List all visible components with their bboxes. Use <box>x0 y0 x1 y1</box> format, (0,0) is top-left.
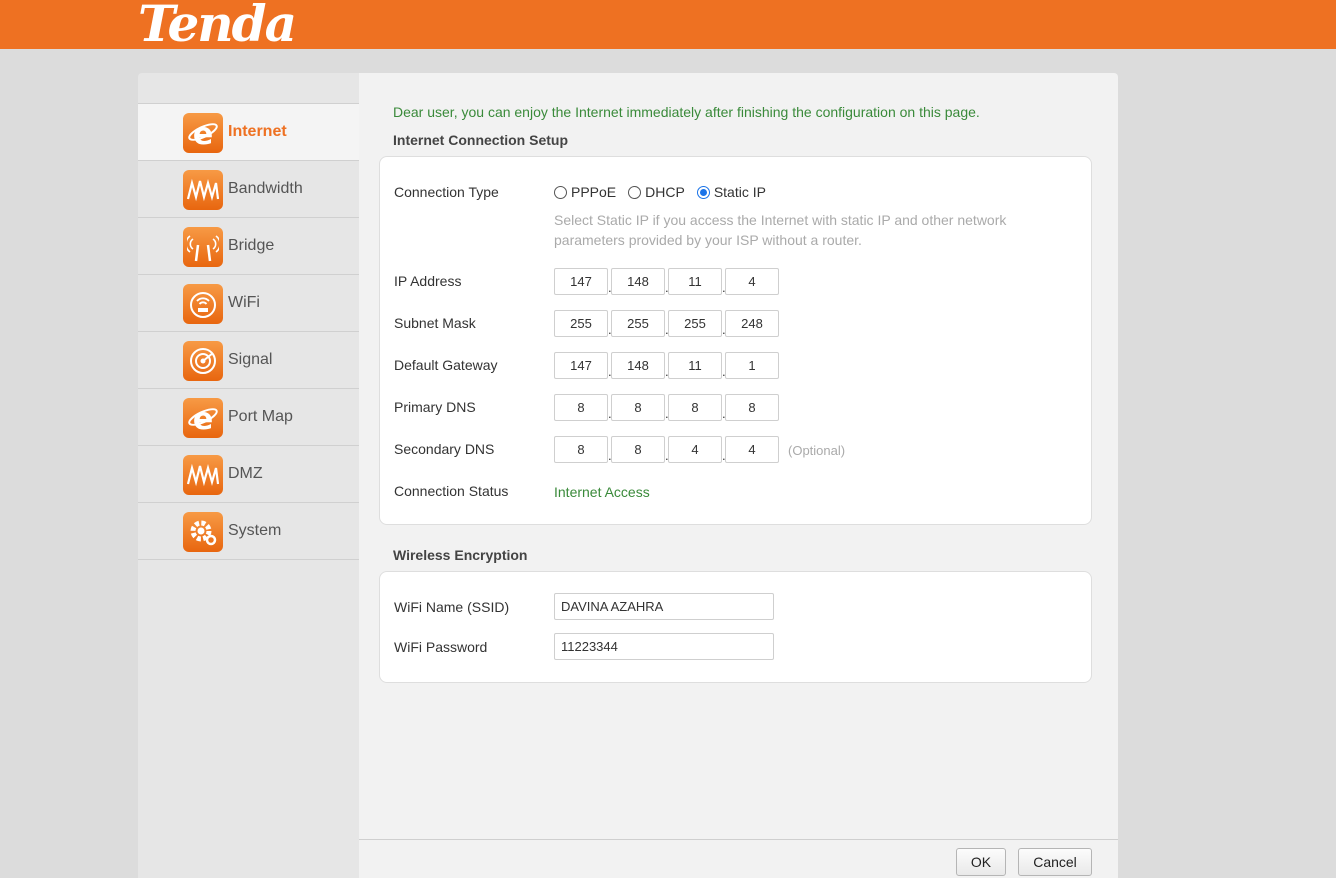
default-gateway-field: 147. 148. 11. 1 <box>554 352 779 379</box>
gateway-octet-input[interactable]: 147 <box>554 352 608 379</box>
static-ip-hint: Select Static IP if you access the Inter… <box>554 212 1007 248</box>
dns1-octet-input[interactable]: 8 <box>668 394 722 421</box>
sidebar-item-system[interactable]: System <box>138 503 359 560</box>
dns2-octet-input[interactable]: 4 <box>668 436 722 463</box>
sidebar-menu: e Internet Bandwidth Bridge WiFi Signal … <box>138 103 359 560</box>
connection-type-radio-group: PPPoE DHCP Static IP <box>554 184 778 200</box>
main-panel: Dear user, you can enjoy the Internet im… <box>359 73 1118 878</box>
tenda-logo[interactable]: Tenda <box>138 0 297 54</box>
secondary-dns-label: Secondary DNS <box>394 441 495 457</box>
ip-octet-input[interactable]: 148 <box>611 268 665 295</box>
bandwidth-icon <box>183 170 223 210</box>
radio-static-ip[interactable]: Static IP <box>696 184 766 200</box>
connection-status-value: Internet Access <box>554 484 650 500</box>
wireless-card: WiFi Name (SSID) DAVINA AZAHRA WiFi Pass… <box>379 571 1092 683</box>
dns2-octet-input[interactable]: 4 <box>725 436 779 463</box>
radio-dot <box>628 185 642 199</box>
ip-address-label: IP Address <box>394 273 462 289</box>
system-gear-icon <box>183 512 223 552</box>
radio-label: PPPoE <box>571 184 617 200</box>
connection-type-label: Connection Type <box>394 184 499 200</box>
wifi-password-label: WiFi Password <box>394 639 488 655</box>
sidebar-item-label: DMZ <box>228 465 263 482</box>
action-footer: OK Cancel <box>359 839 1118 878</box>
dmz-icon <box>183 455 223 495</box>
radio-dot-selected <box>696 185 710 199</box>
sidebar-item-label: Port Map <box>228 408 293 425</box>
dns2-octet-input[interactable]: 8 <box>554 436 608 463</box>
sidebar-item-bandwidth[interactable]: Bandwidth <box>138 161 359 218</box>
internet-setup-title: Internet Connection Setup <box>393 132 568 148</box>
cancel-button[interactable]: Cancel <box>1018 848 1092 876</box>
radio-dhcp[interactable]: DHCP <box>628 184 685 200</box>
mask-octet-input[interactable]: 255 <box>611 310 665 337</box>
ok-button[interactable]: OK <box>956 848 1006 876</box>
sidebar-item-signal[interactable]: Signal <box>138 332 359 389</box>
dns1-octet-input[interactable]: 8 <box>554 394 608 421</box>
dns1-octet-input[interactable]: 8 <box>725 394 779 421</box>
wifi-name-input[interactable]: DAVINA AZAHRA <box>554 593 774 620</box>
sidebar-item-bridge[interactable]: Bridge <box>138 218 359 275</box>
radio-label: DHCP <box>645 184 685 200</box>
sidebar-item-label: WiFi <box>228 294 260 311</box>
gateway-octet-input[interactable]: 1 <box>725 352 779 379</box>
sidebar: e Internet Bandwidth Bridge WiFi Signal … <box>138 73 359 878</box>
gateway-octet-input[interactable]: 148 <box>611 352 665 379</box>
primary-dns-label: Primary DNS <box>394 399 476 415</box>
ip-octet-input[interactable]: 147 <box>554 268 608 295</box>
mask-octet-input[interactable]: 248 <box>725 310 779 337</box>
wifi-name-label: WiFi Name (SSID) <box>394 599 510 615</box>
dns1-octet-input[interactable]: 8 <box>611 394 665 421</box>
internet-e-icon: e <box>183 113 223 153</box>
signal-icon <box>183 341 223 381</box>
subnet-mask-label: Subnet Mask <box>394 315 476 331</box>
internet-setup-card: Connection Type PPPoE DHCP Static IP Sel… <box>379 156 1092 525</box>
gateway-octet-input[interactable]: 11 <box>668 352 722 379</box>
sidebar-item-label: Bandwidth <box>228 180 303 197</box>
ip-octet-input[interactable]: 11 <box>668 268 722 295</box>
sidebar-item-wifi[interactable]: WiFi <box>138 275 359 332</box>
radio-pppoe[interactable]: PPPoE <box>554 184 616 200</box>
radio-label: Static IP <box>713 184 766 200</box>
connection-status-label: Connection Status <box>394 483 509 499</box>
header-bar: Tenda <box>0 0 1336 53</box>
wireless-encryption-title: Wireless Encryption <box>393 547 528 563</box>
ip-octet-input[interactable]: 4 <box>725 268 779 295</box>
wifi-password-input[interactable]: 11223344 <box>554 633 774 660</box>
default-gateway-label: Default Gateway <box>394 357 498 373</box>
subnet-mask-field: 255. 255. 255. 248 <box>554 310 779 337</box>
secondary-dns-field: 8. 8. 4. 4 <box>554 436 779 463</box>
port-map-icon: e <box>183 398 223 438</box>
dns2-octet-input[interactable]: 8 <box>611 436 665 463</box>
intro-text: Dear user, you can enjoy the Internet im… <box>393 104 980 120</box>
mask-octet-input[interactable]: 255 <box>554 310 608 337</box>
sidebar-item-label: Signal <box>228 351 273 368</box>
optional-note: (Optional) <box>788 443 846 458</box>
primary-dns-field: 8. 8. 8. 8 <box>554 394 779 421</box>
sidebar-item-internet[interactable]: e Internet <box>138 104 359 161</box>
ip-address-field: 147. 148. 11. 4 <box>554 268 779 295</box>
mask-octet-input[interactable]: 255 <box>668 310 722 337</box>
sidebar-item-label: Bridge <box>228 237 275 254</box>
sidebar-item-label: Internet <box>228 123 287 140</box>
sidebar-item-label: System <box>228 522 282 539</box>
sidebar-item-port-map[interactable]: e Port Map <box>138 389 359 446</box>
radio-dot <box>554 185 567 199</box>
wifi-icon <box>183 284 223 324</box>
sidebar-item-dmz[interactable]: DMZ <box>138 446 359 503</box>
bridge-icon <box>183 227 223 267</box>
